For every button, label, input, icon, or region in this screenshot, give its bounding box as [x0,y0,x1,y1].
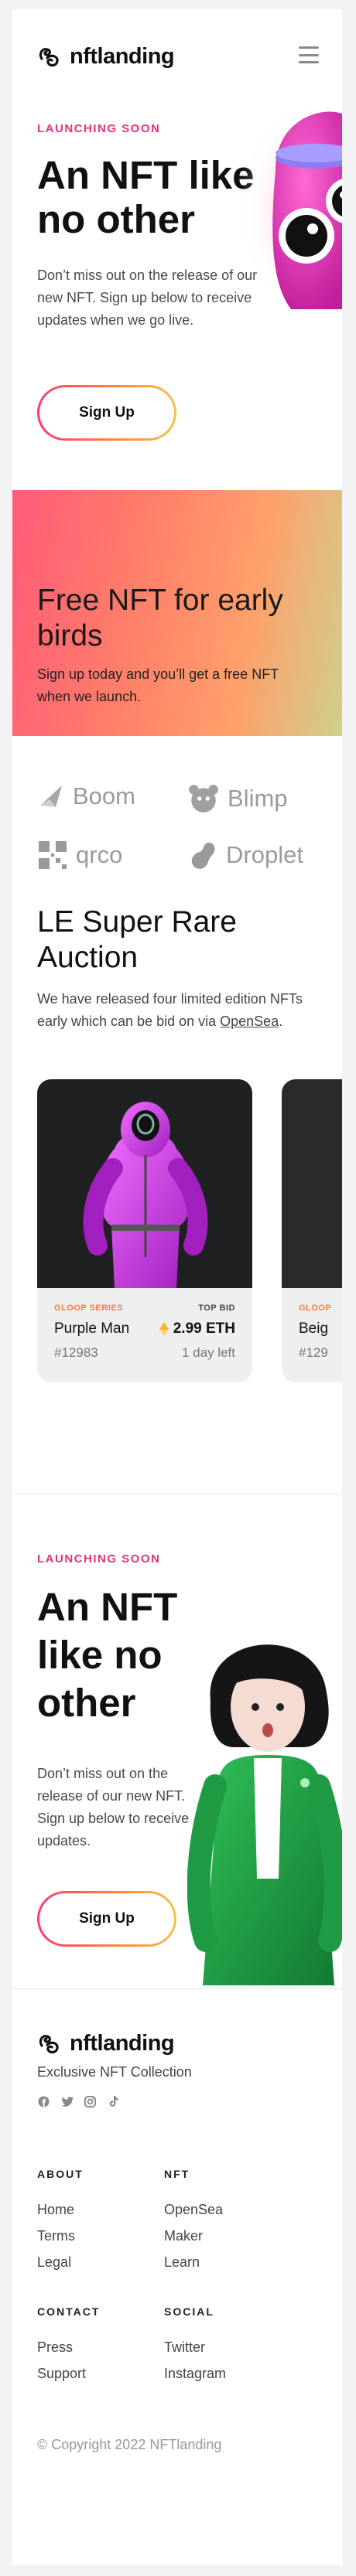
hero2-eyebrow: LAUNCHING SOON [37,1552,161,1566]
card-name: Purple Man [54,1320,130,1337]
hero2-title: An NFT like no other [37,1585,178,1725]
hamburger-icon[interactable] [299,46,319,63]
card-price-value: 2.99 ETH [173,1320,235,1337]
footer-heading-social: SOCIAL [164,2305,214,2318]
tiktok-icon[interactable] [107,2095,120,2108]
hero-description: Don’t miss out on the release of our new… [37,267,258,328]
footer-heading-contact: CONTACT [37,2305,101,2318]
footer-link-terms[interactable]: Terms [37,2228,75,2244]
footer-heading-nft: NFT [164,2168,190,2180]
partner-label: qrco [76,841,123,868]
footer-brand-name: nftlanding [70,2030,175,2056]
footer-tagline: Exclusive NFT Collection [37,2064,192,2080]
footer-link-support[interactable]: Support [37,2366,86,2382]
purple-hoodie-figure [83,1102,208,1288]
partner-label: Blimp [228,785,288,812]
card-name: Beig [299,1320,329,1337]
partner-blimp: Blimp [187,782,288,815]
footer-brand-logo[interactable]: nftlanding [37,2030,175,2056]
card-price: 2.99 ETH [159,1320,235,1337]
brand-name: nftlanding [70,43,175,69]
early-birds-banner: Free NFT for early birds Sign up today a… [12,490,342,736]
hero-eyebrow: LAUNCHING SOON [37,122,161,135]
opensea-link[interactable]: OpenSea [220,1014,279,1029]
auction-text: We have released four limited edition NF… [37,988,316,1033]
hero2-signup-label: Sign Up [39,1893,174,1944]
partner-droplet: Droplet [187,840,303,871]
nft-card-beige[interactable]: GLOOP Beig #129 [282,1079,342,1382]
nft-card-image [282,1079,342,1288]
nft-card-image [37,1079,252,1288]
nft-card-purple-man[interactable]: GLOOP SERIES TOP BID Purple Man 2.99 ETH… [37,1079,252,1382]
card-time-left: 1 day left [182,1345,235,1360]
banner-text: Sign up today and you’ll get a free NFT … [37,666,279,704]
hero-signup-label: Sign Up [39,387,174,438]
footer-link-maker[interactable]: Maker [164,2228,203,2244]
card-series: GLOOP SERIES [54,1303,123,1313]
facebook-icon[interactable] [37,2095,50,2108]
nftlanding-logo-icon [39,48,59,67]
card-id: #129 [299,1345,328,1360]
nftlanding-logo-icon [39,2035,59,2054]
partner-label: Boom [73,782,135,809]
partner-boom: Boom [37,782,135,810]
copyright: © Copyright 2022 NFTlanding [37,2437,222,2452]
partner-label: Droplet [226,841,303,868]
partner-qrco: qrco [37,840,122,871]
footer-link-twitter[interactable]: Twitter [164,2339,205,2356]
footer-heading-about: ABOUT [37,2168,84,2180]
footer-divider [12,1988,342,1989]
card-top-bid-label: TOP BID [198,1303,235,1313]
qrco-icon [39,841,67,869]
blimp-icon [189,785,218,813]
footer-link-opensea[interactable]: OpenSea [164,2202,223,2218]
hero2-signup-button[interactable]: Sign Up [37,1891,176,1947]
header: nftlanding [12,9,342,87]
auction-text-suffix: . [279,1014,283,1029]
auction-title: LE Super Rare Auction [37,905,237,974]
ethereum-icon [159,1322,169,1336]
footer-link-learn[interactable]: Learn [164,2254,200,2271]
card-series: GLOOP [299,1303,332,1313]
card-id: #12983 [54,1345,98,1360]
instagram-icon[interactable] [84,2095,97,2108]
hero-signup-button[interactable]: Sign Up [37,385,176,441]
hero2-description: Don’t miss out on the release of our new… [37,1766,190,1849]
pink-monster-illustration [245,101,342,317]
footer-link-press[interactable]: Press [37,2339,73,2356]
banner-title: Free NFT for early birds [37,584,283,653]
boom-icon [40,785,62,807]
page: nftlanding LAUNCHING SOON An NFT like no… [12,9,342,2565]
footer-link-instagram[interactable]: Instagram [164,2366,226,2382]
brand-logo[interactable]: nftlanding [37,43,175,70]
green-suit-character-illustration [187,1644,342,1985]
twitter-icon[interactable] [60,2095,74,2108]
footer-link-legal[interactable]: Legal [37,2254,71,2271]
hero-title: An NFT like no other [37,153,255,241]
droplet-icon [191,843,215,869]
social-icons [37,2095,120,2108]
footer-link-home[interactable]: Home [37,2202,74,2218]
